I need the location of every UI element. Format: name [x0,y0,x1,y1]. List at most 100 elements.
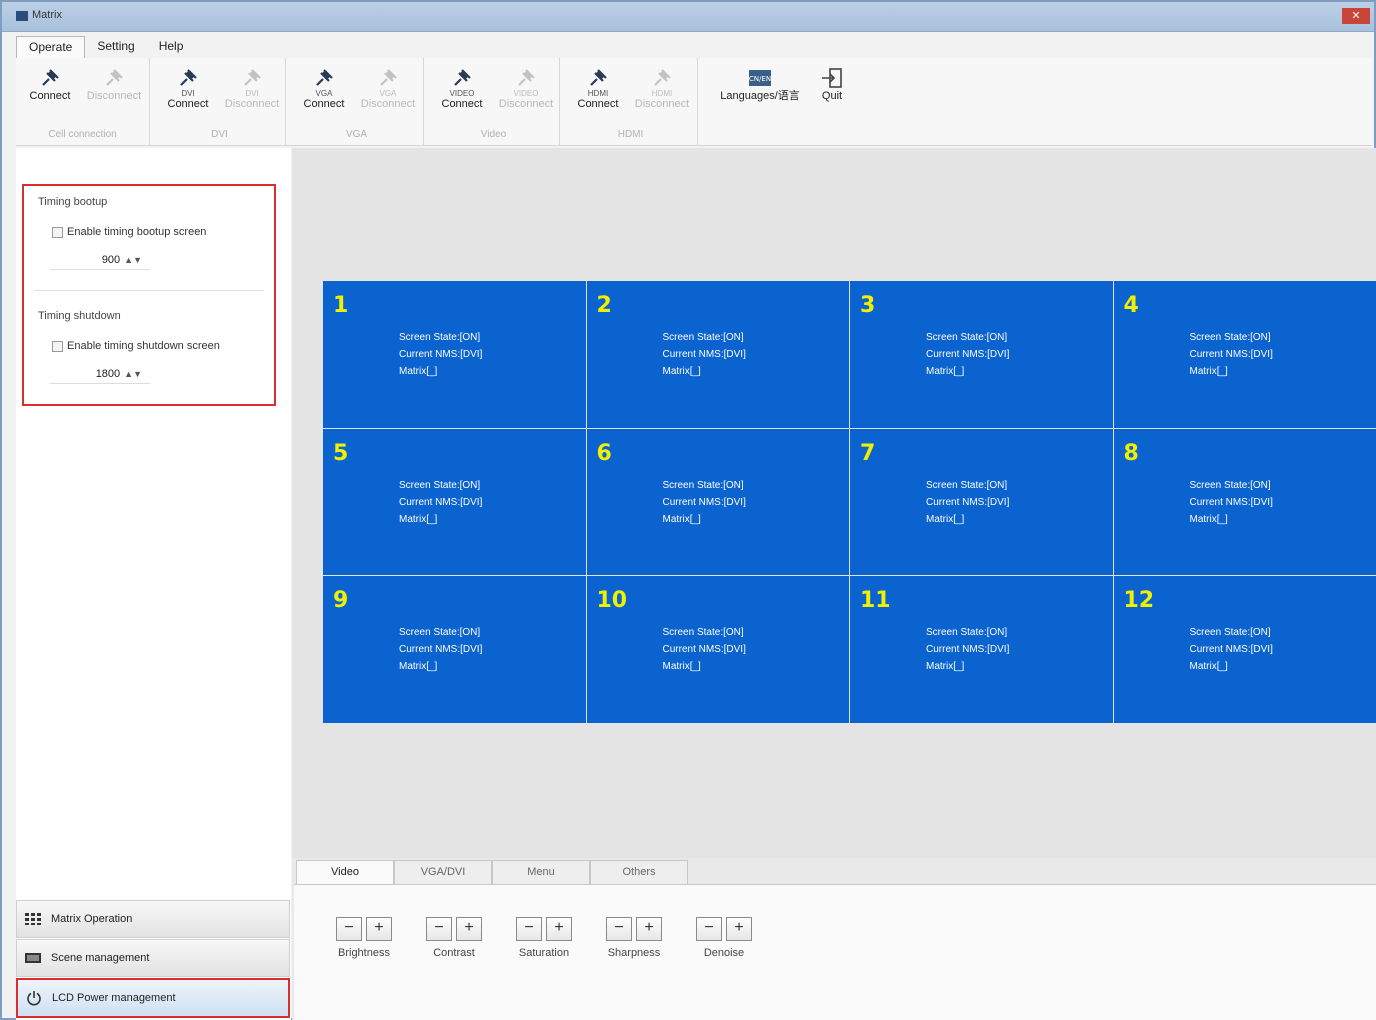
disconnect-button[interactable]: DVI Disconnect [220,64,284,114]
nav-scene-management[interactable]: Scene management [16,939,290,977]
matrix-info: Matrix[_] [1189,513,1228,525]
matrix-info: Matrix[_] [926,366,965,377]
matrix-info: Matrix[_] [662,513,701,525]
screen-cell[interactable]: 3 Screen State:[ON] Current NMS:[DVI] Matri… [850,281,1113,428]
screen-cell[interactable]: 5 Screen State:[ON] Current NMS:[DVI] Matri… [323,428,586,576]
ribbon-group-title: DVI [211,129,228,140]
screen-number: 3 [860,293,876,318]
current-nms: Current NMS:[DVI] [662,644,746,656]
spin-arrows-icon[interactable]: ▲▼ [124,369,142,379]
screen-cell[interactable]: 9 Screen State:[ON] Current NMS:[DVI] Matri… [323,576,586,723]
denoise-increase-button[interactable]: + [726,917,752,941]
spin-arrows-icon[interactable]: ▲▼ [124,255,142,265]
screen-cell[interactable]: 12 Screen State:[ON] Current NMS:[DVI] Matr… [1113,576,1376,723]
language-icon: CN/EN [749,70,771,86]
matrix-info: Matrix[_] [662,366,701,377]
plug-disconnect-icon [654,69,671,86]
contrast-label: Contrast [433,947,475,959]
tab-menu[interactable]: Menu [492,860,590,884]
screen-cell[interactable]: 2 Screen State:[ON] Current NMS:[DVI] Matri… [586,281,849,428]
button-label: Disconnect [86,90,142,102]
matrix-info: Matrix[_] [662,661,701,673]
screen-info: Screen State:[ON] Current NMS:[DVI] Matrix… [399,477,482,528]
current-nms: Current NMS:[DVI] [1189,349,1273,360]
timing-settings-box: Timing bootup Enable timing bootup scree… [22,184,276,406]
menu-operate[interactable]: Operate [16,36,86,58]
shutdown-check-label: Enable timing shutdown screen [67,340,220,352]
checkbox-box[interactable] [52,340,63,352]
grid-icon [25,913,41,925]
connect-button[interactable]: VGA Connect [292,64,356,114]
screen-number: 1 [333,293,349,318]
quit-button[interactable]: Quit [810,64,854,114]
screen-cell[interactable]: 8 Screen State:[ON] Current NMS:[DVI] Matri… [1113,428,1376,576]
ribbon-group-title: VGA [345,129,368,140]
contrast-increase-button[interactable]: + [456,917,482,941]
connect-button[interactable]: VIDEO Connect [430,64,494,114]
nav-matrix-operation[interactable]: Matrix Operation [16,900,290,938]
screen-cell[interactable]: 4 Screen State:[ON] Current NMS:[DVI] Matri… [1113,281,1376,428]
languages-button[interactable]: CN/EN Languages/语言 [716,64,804,114]
button-label: Connect [167,98,209,110]
current-nms: Current NMS:[DVI] [926,349,1010,360]
denoise-control: − + Denoise [686,917,762,959]
disconnect-button[interactable]: HDMI Disconnect [630,64,694,114]
screen-info: Screen State:[ON] Current NMS:[DVI] Matrix… [926,477,1009,528]
current-nms: Current NMS:[DVI] [662,349,746,360]
screen-cell[interactable]: 7 Screen State:[ON] Current NMS:[DVI] Matri… [850,428,1113,576]
tab-others[interactable]: Others [590,860,688,884]
languages-label: Languages/语言 [720,90,800,102]
plug-disconnect-icon [518,69,535,86]
screen-cell[interactable]: 1 Screen State:[ON] Current NMS:[DVI] Matri… [323,281,586,428]
screen-cell[interactable]: 10 Screen State:[ON] Current NMS:[DVI] Matr… [586,576,849,723]
tab-vga-dvi[interactable]: VGA/DVI [394,860,492,884]
connect-button[interactable]: HDMI Connect [566,64,630,114]
bootup-checkbox[interactable]: Enable timing bootup screen [52,226,206,238]
denoise-decrease-button[interactable]: − [696,917,722,941]
disconnect-button[interactable]: VGA Disconnect [356,64,420,114]
shutdown-spinbox[interactable]: 1800 ▲▼ [50,364,150,384]
disconnect-button[interactable]: Disconnect [82,64,146,114]
contrast-decrease-button[interactable]: − [426,917,452,941]
screen-state: Screen State:[ON] [399,627,481,639]
screen-state: Screen State:[ON] [926,627,1008,639]
screen-info: Screen State:[ON] Current NMS:[DVI] Matrix… [926,329,1009,380]
port-label: VGA [379,89,397,98]
nav-label: Scene management [51,952,150,964]
disconnect-button[interactable]: VIDEO Disconnect [494,64,558,114]
shutdown-checkbox[interactable]: Enable timing shutdown screen [52,340,220,352]
sharpness-increase-button[interactable]: + [636,917,662,941]
screen-state: Screen State:[ON] [399,479,481,491]
bootup-title: Timing bootup [38,196,108,208]
sharpness-decrease-button[interactable]: − [606,917,632,941]
tab-video[interactable]: Video [296,860,394,886]
screen-cell[interactable]: 11 Screen State:[ON] Current NMS:[DVI] Matr… [850,576,1113,723]
plug-connect-icon [180,69,197,86]
nav-lcd-power-management[interactable]: LCD Power management [16,978,290,1018]
saturation-increase-button[interactable]: + [546,917,572,941]
bootup-check-label: Enable timing bootup screen [67,226,207,238]
power-icon [27,991,41,1006]
matrix-info: Matrix[_] [1189,366,1228,377]
menu-setting[interactable]: Setting [85,36,146,58]
screen-cell[interactable]: 6 Screen State:[ON] Current NMS:[DVI] Matri… [586,428,849,576]
title-bar: Matrix ✕ [2,2,1374,32]
screen-state: Screen State:[ON] [1189,479,1271,491]
connect-button[interactable]: Connect [18,64,82,114]
close-button[interactable]: ✕ [1342,8,1370,24]
screen-wall-area: 1 Screen State:[ON] Current NMS:[DVI] Matri… [292,148,1376,858]
current-nms: Current NMS:[DVI] [1189,644,1273,656]
brightness-decrease-button[interactable]: − [336,917,362,941]
nav-label: LCD Power management [52,992,176,1004]
saturation-decrease-button[interactable]: − [516,917,542,941]
current-nms: Current NMS:[DVI] [662,496,746,508]
ribbon-group-quit: Quit [810,58,854,146]
menu-help[interactable]: Help [147,36,196,58]
checkbox-box[interactable] [52,226,63,238]
denoise-label: Denoise [703,947,745,959]
bootup-spinbox[interactable]: 900 ▲▼ [50,250,150,270]
port-label: DVI [181,89,195,98]
brightness-increase-button[interactable]: + [366,917,392,941]
connect-button[interactable]: DVI Connect [156,64,220,114]
button-label: Disconnect [224,98,280,110]
